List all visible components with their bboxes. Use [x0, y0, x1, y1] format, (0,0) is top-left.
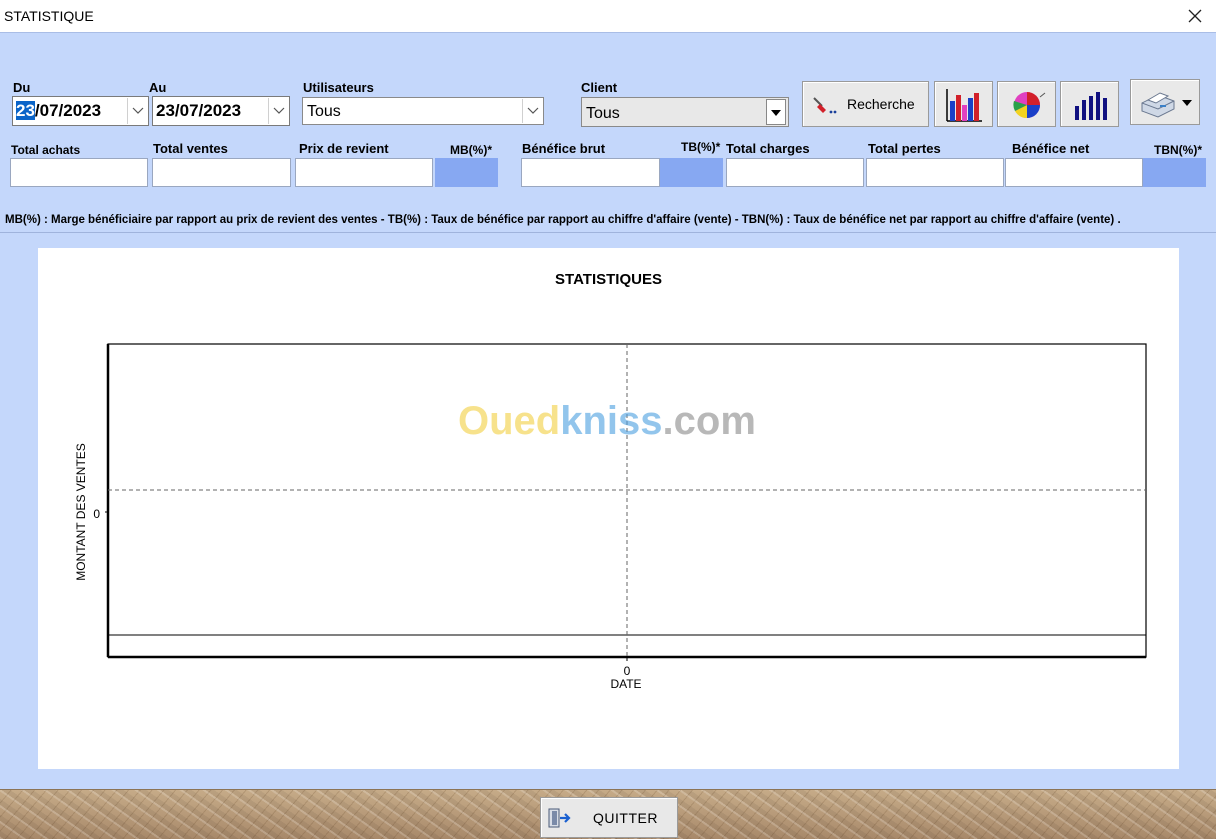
chevron-down-icon: [527, 107, 539, 114]
client-label: Client: [581, 80, 618, 95]
au-label: Au: [149, 80, 167, 95]
prix-de-revient-label: Prix de revient: [299, 141, 389, 156]
mb-field[interactable]: [435, 158, 498, 187]
watermark: Ouedkniss.com: [458, 399, 756, 443]
caret-down-icon: [771, 110, 781, 116]
y-axis-label: MONTANT DES VENTES: [74, 443, 88, 581]
total-pertes-field[interactable]: [866, 158, 1004, 187]
tbn-label: TBN(%)*: [1154, 143, 1202, 157]
tbn-field[interactable]: [1143, 158, 1206, 187]
au-date-value: 23/07/2023: [156, 101, 242, 120]
benefice-net-label: Bénéfice net: [1012, 141, 1090, 156]
total-charges-field[interactable]: [726, 158, 864, 187]
du-label: Du: [13, 80, 31, 95]
watermark-oued: Oued: [458, 399, 560, 443]
benefice-net-field[interactable]: [1005, 158, 1143, 187]
close-icon[interactable]: [1184, 5, 1206, 27]
column-chart-icon: [1075, 92, 1107, 120]
column-chart-button[interactable]: [1060, 81, 1119, 127]
recherche-button[interactable]: Recherche: [802, 81, 929, 127]
chevron-down-icon: [132, 107, 144, 114]
watermark-com: .com: [663, 399, 756, 443]
y-tick-label: 0: [93, 507, 100, 521]
chart-panel: STATISTIQUES 0 0 DATE MONTANT DES VENTES…: [38, 248, 1179, 769]
printer-icon: [1141, 92, 1175, 118]
du-date-rest: /07/2023: [34, 101, 102, 120]
quit-button[interactable]: QUITTER: [540, 797, 678, 838]
x-axis-label: DATE: [610, 677, 641, 691]
benefice-brut-field[interactable]: [521, 158, 660, 187]
au-dropdown-button[interactable]: [268, 98, 288, 124]
x-tick-label: 0: [624, 664, 631, 678]
window-title: STATISTIQUE: [4, 8, 94, 24]
print-button[interactable]: [1130, 79, 1200, 125]
total-achats-field[interactable]: [10, 158, 148, 187]
total-pertes-label: Total pertes: [868, 141, 941, 156]
caret-down-icon: [1182, 100, 1192, 106]
client-select[interactable]: Tous: [581, 97, 789, 127]
exit-door-icon: [548, 808, 571, 828]
bar-chart-icon: [946, 89, 982, 122]
mb-label: MB(%)*: [450, 143, 492, 157]
utilisateurs-label: Utilisateurs: [303, 80, 374, 95]
total-charges-label: Total charges: [726, 141, 810, 156]
du-dropdown-button[interactable]: [127, 98, 147, 124]
eraser-search-icon: [813, 97, 837, 114]
total-ventes-label: Total ventes: [153, 141, 228, 156]
pie-chart-button[interactable]: [997, 81, 1056, 127]
pie-chart-icon: [1013, 92, 1046, 119]
bar-chart-button[interactable]: [934, 81, 993, 127]
total-ventes-field[interactable]: [152, 158, 291, 187]
watermark-kniss: kniss: [560, 399, 662, 443]
tb-label: TB(%)*: [681, 140, 721, 154]
quit-label: QUITTER: [593, 810, 658, 826]
du-day-selected: 23: [16, 101, 35, 120]
prix-de-revient-field[interactable]: [295, 158, 433, 187]
du-date-picker[interactable]: 23/07/2023: [12, 96, 149, 126]
svg-text:Ouedkniss.com: Ouedkniss.com: [458, 399, 756, 443]
title-bar: STATISTIQUE: [0, 0, 1216, 33]
client-value: Tous: [586, 105, 620, 122]
chevron-down-icon: [273, 107, 285, 114]
utilisateurs-select[interactable]: Tous: [302, 97, 544, 125]
utilisateurs-dropdown-button[interactable]: [522, 99, 542, 123]
legend-text: MB(%) : Marge bénéficiaire par rapport a…: [5, 214, 1121, 226]
chart-svg: 0 0 DATE MONTANT DES VENTES Ouedkniss.co…: [74, 343, 1147, 691]
recherche-label: Recherche: [847, 96, 915, 112]
utilisateurs-value: Tous: [307, 103, 341, 120]
benefice-brut-label: Bénéfice brut: [522, 141, 606, 156]
separator: [0, 232, 1216, 233]
tb-field[interactable]: [660, 158, 723, 187]
client-dropdown-button[interactable]: [766, 99, 786, 125]
total-achats-label: Total achats: [11, 143, 81, 157]
au-date-picker[interactable]: 23/07/2023: [152, 96, 290, 126]
